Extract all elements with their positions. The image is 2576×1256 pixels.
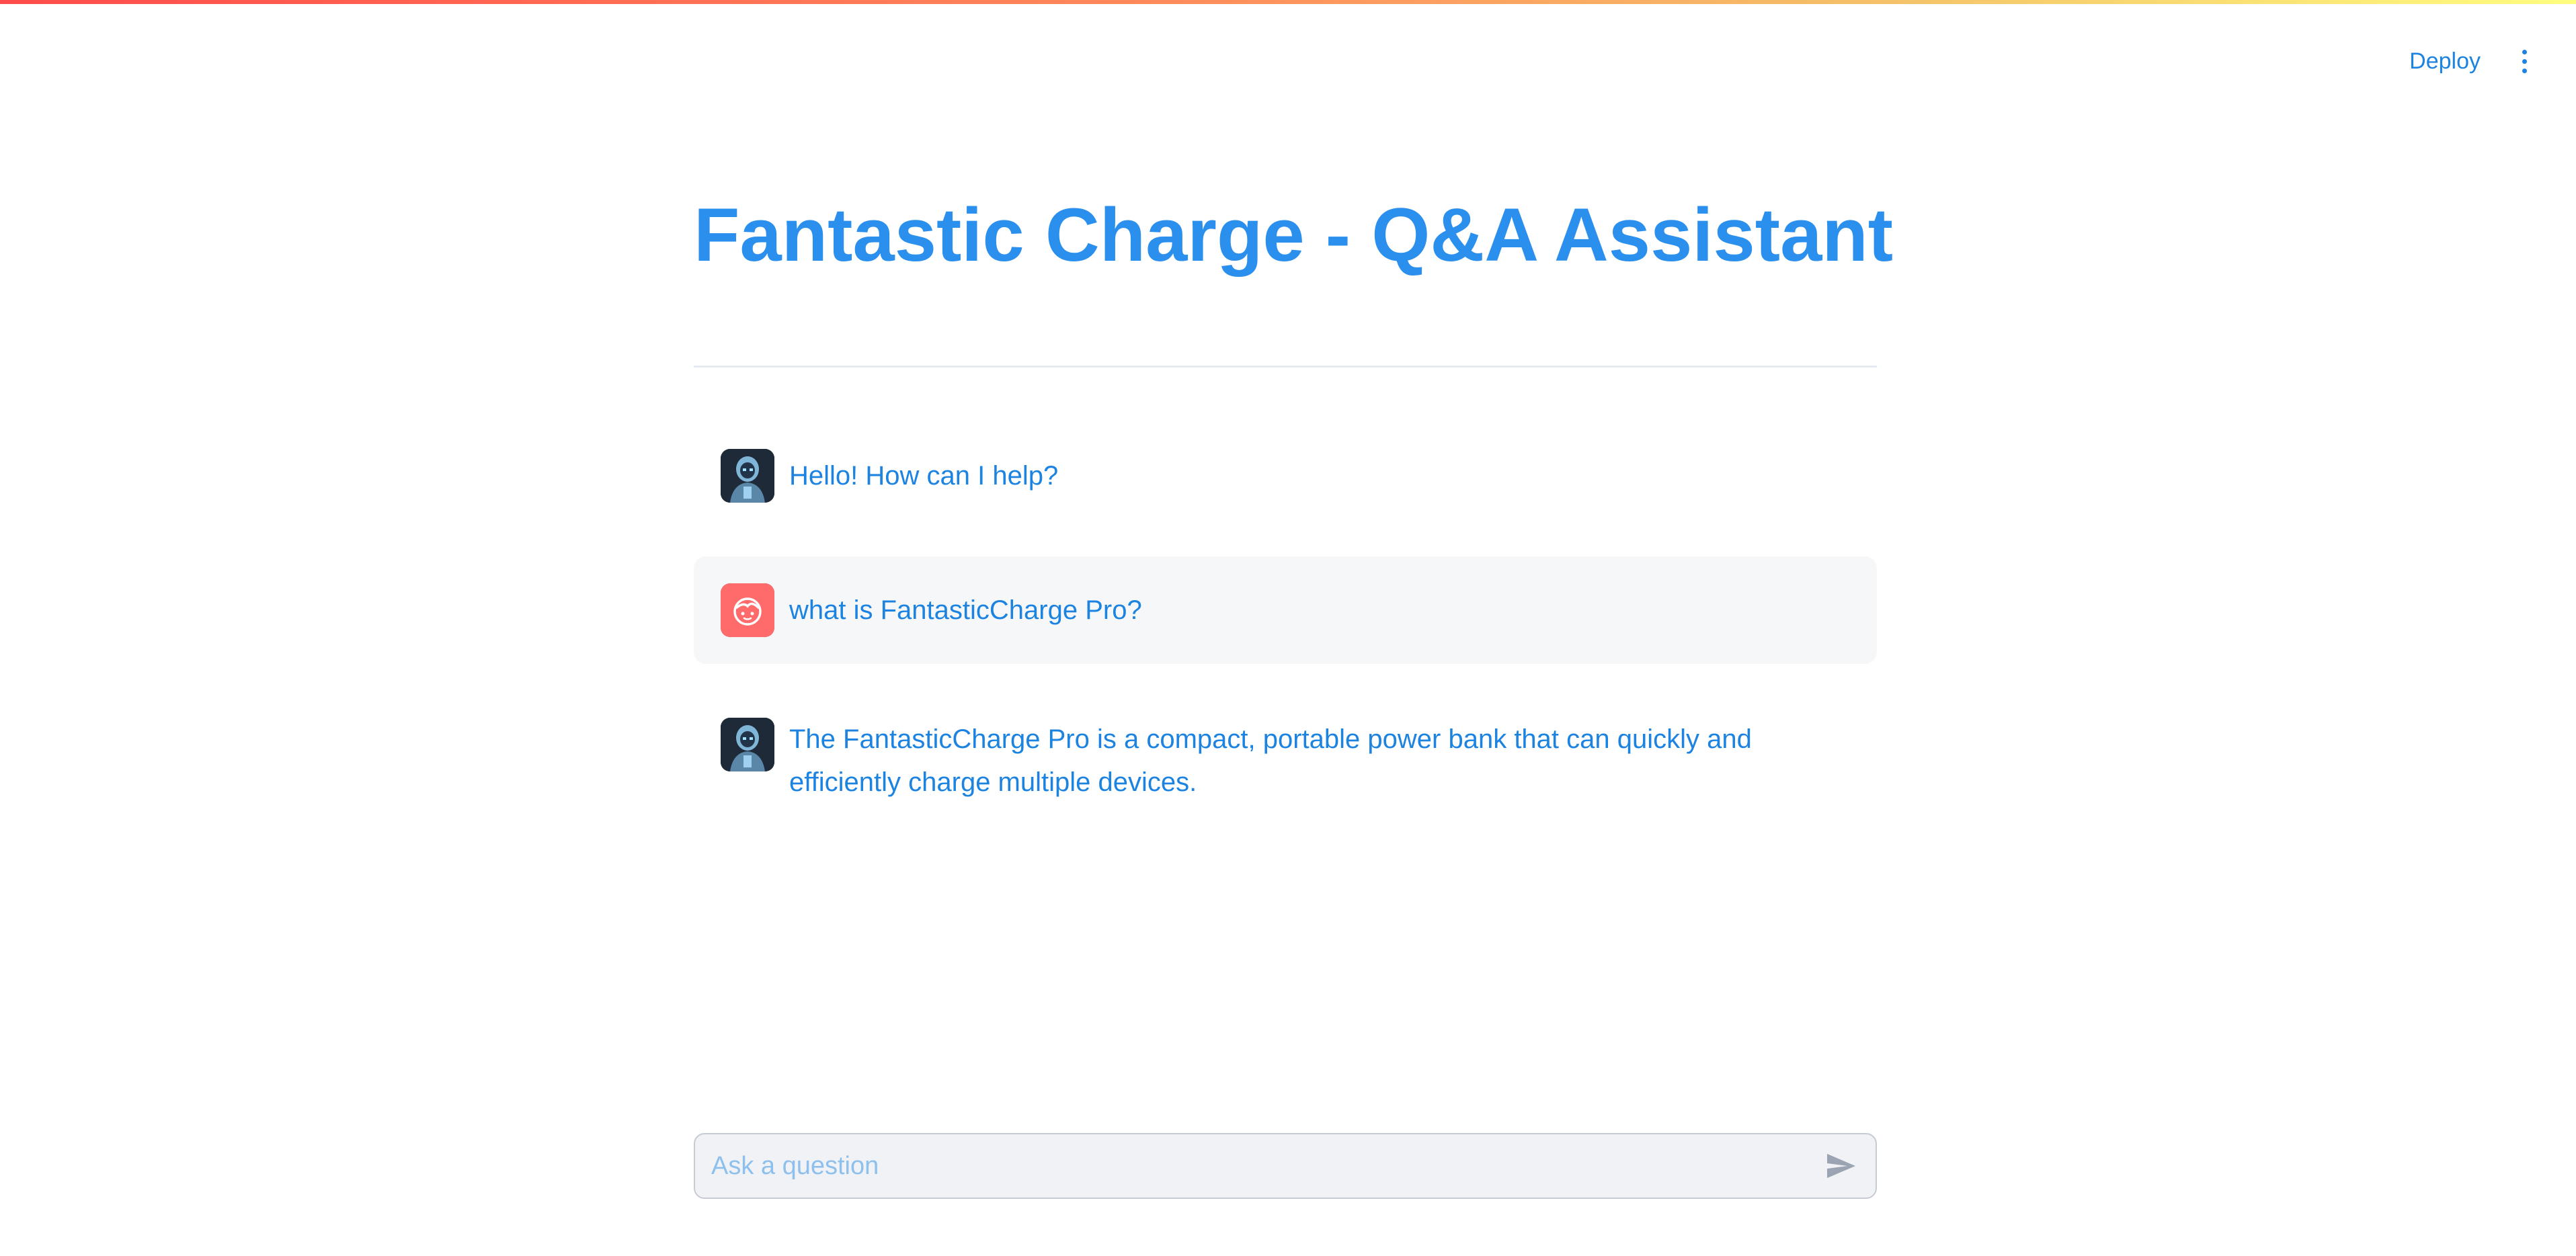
deploy-button[interactable]: Deploy: [2409, 48, 2481, 75]
message-text: The FantasticCharge Pro is a compact, po…: [789, 724, 1752, 797]
robot-avatar-icon: [721, 449, 774, 503]
send-icon: [1827, 1154, 1855, 1178]
send-button[interactable]: [1820, 1146, 1861, 1186]
top-decoration-bar: [0, 0, 2576, 4]
chat-message-assistant: The FantasticCharge Pro is a compact, po…: [694, 718, 1877, 804]
chat-input-container: [694, 1133, 1877, 1199]
chat-message-user: what is FantasticCharge Pro?: [694, 556, 1877, 664]
message-text: Hello! How can I help?: [789, 461, 1059, 491]
title-divider: [694, 366, 1877, 368]
user-face-avatar-icon: [721, 583, 774, 637]
robot-avatar-icon: [721, 718, 774, 771]
page-title: Fantastic Charge - Q&A Assistant: [694, 193, 1894, 277]
message-text: what is FantasticCharge Pro?: [789, 595, 1142, 625]
header-toolbar: Deploy: [2409, 44, 2529, 78]
chat-message-assistant: Hello! How can I help?: [694, 449, 1877, 503]
kebab-menu-icon[interactable]: [2520, 44, 2529, 78]
chat-input[interactable]: [710, 1150, 1820, 1181]
